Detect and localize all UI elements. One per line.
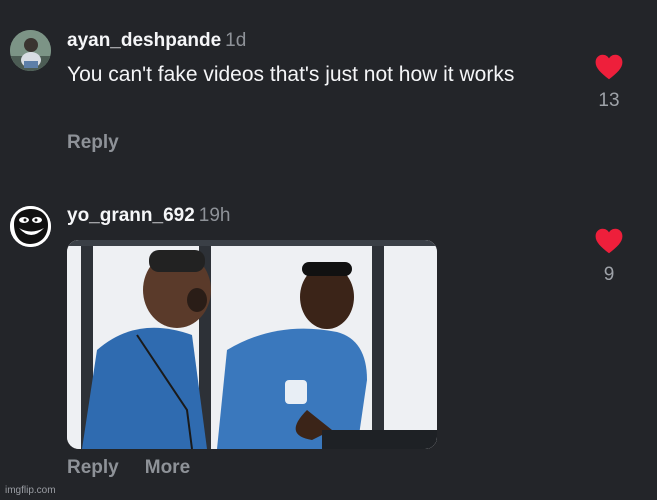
like-control: 9 [590,228,628,286]
watermark: imgflip.com [5,485,56,496]
comment-text: You can't fake videos that's just not ho… [67,63,515,86]
comment-actions: Reply More [67,457,216,479]
comment-actions: Reply [67,132,145,154]
reply-button[interactable]: Reply [67,457,119,478]
reply-button[interactable]: Reply [67,132,119,153]
gif-attachment[interactable] [67,240,437,449]
avatar[interactable] [10,30,51,71]
timestamp: 1d [225,30,247,51]
comment-header: ayan_deshpande 1d [67,30,246,52]
heart-icon[interactable] [595,54,623,80]
comment-item: ayan_deshpande 1d You can't fake videos t… [0,0,657,180]
troll-face-avatar[interactable] [10,206,51,247]
like-count: 13 [598,90,620,111]
username[interactable]: ayan_deshpande [67,30,221,51]
comment-header: yo_grann_692 19h [67,205,231,227]
timestamp: 19h [198,205,231,226]
more-button[interactable]: More [145,457,190,478]
comment-item: yo_grann_692 19h Reply More 9 [0,190,657,490]
like-control: 13 [590,54,628,112]
username[interactable]: yo_grann_692 [67,205,195,226]
heart-icon[interactable] [595,228,623,254]
like-count: 9 [603,264,615,285]
